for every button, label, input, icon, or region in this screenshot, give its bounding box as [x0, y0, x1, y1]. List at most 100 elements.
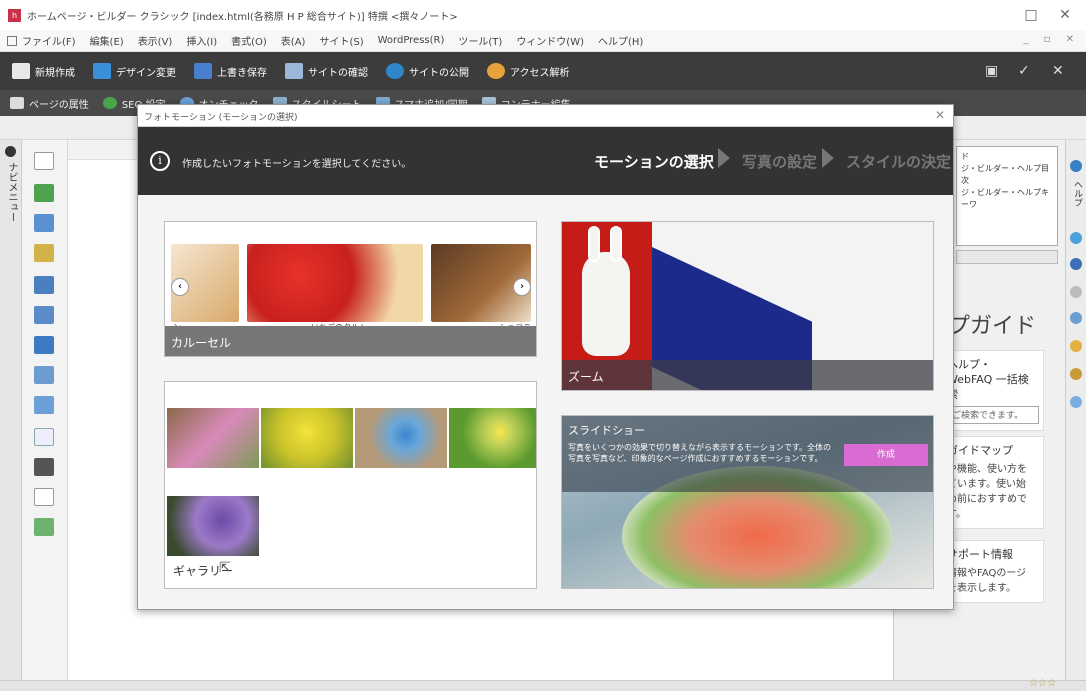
analytics-button[interactable]: アクセス解析	[487, 63, 570, 79]
design-icon	[93, 63, 111, 79]
rabbit-ear	[588, 226, 600, 262]
info-icon: i	[150, 151, 170, 171]
pansy-image	[167, 496, 259, 556]
publish-button[interactable]: サイトの公開	[386, 63, 469, 79]
frame-icon[interactable]	[34, 306, 54, 324]
save-button[interactable]: 上書き保存	[194, 63, 267, 79]
blue-flower-image	[355, 408, 447, 468]
help-list[interactable]: ド ジ・ビルダー・ヘルプ目次 ジ・ビルダー・ヘルプキーワ	[956, 146, 1058, 246]
help-list-item[interactable]: ド	[961, 151, 1053, 163]
panel-scrollbar[interactable]	[956, 250, 1058, 264]
image-icon[interactable]	[34, 214, 54, 232]
folder-icon[interactable]	[1070, 340, 1082, 352]
text-icon[interactable]	[34, 152, 54, 170]
new-page-icon	[12, 63, 30, 79]
create-button[interactable]: 作成	[844, 444, 928, 466]
form-icon[interactable]	[34, 366, 54, 384]
table-icon[interactable]	[34, 396, 54, 414]
carousel-prev-icon[interactable]: ‹	[171, 278, 189, 296]
save-icon	[194, 63, 212, 79]
step-select-motion: モーションの選択	[594, 153, 714, 171]
menu-insert[interactable]: 挿入(I)	[186, 33, 217, 48]
main-toolbar: 新規作成 デザイン変更 上書き保存 サイトの確認 サイトの公開 アクセス解析 ▣…	[0, 52, 1086, 90]
seo-icon	[102, 97, 117, 109]
list-icon[interactable]	[34, 428, 54, 446]
slideshow-description: 写真をいくつかの効果で切り替えながら表示するモーションです。全体の写真を写真など…	[568, 443, 832, 463]
menu-file[interactable]: ファイル(F)	[22, 33, 76, 48]
status-bar: ☆☆☆	[0, 678, 1086, 691]
step-arrow-icon	[718, 148, 730, 168]
new-button[interactable]: 新規作成	[12, 63, 75, 79]
link-icon[interactable]	[1070, 312, 1082, 324]
close-window-button[interactable]: ✕	[1050, 4, 1080, 26]
menu-wordpress[interactable]: WordPress(R)	[378, 35, 445, 46]
step-style: スタイルの決定	[846, 153, 952, 171]
document-icon	[7, 36, 17, 46]
dialog-title: フォトモーション (モーションの選択)	[144, 113, 298, 123]
zoom-option[interactable]: ズーム	[561, 221, 934, 391]
dialog-title-bar: フォトモーション (モーションの選択) ✕	[138, 105, 953, 127]
globe-icon	[386, 63, 404, 79]
help-list-item[interactable]: ジ・ビルダー・ヘルプキーワ	[961, 187, 1053, 211]
menu-format[interactable]: 書式(O)	[231, 33, 267, 48]
app-icon: h	[8, 8, 21, 22]
rabbit-ear	[610, 226, 622, 262]
wp-icon[interactable]	[1070, 258, 1082, 270]
help-icon[interactable]: ▣	[985, 63, 998, 79]
rabbit-figure	[582, 226, 630, 356]
slideshow-option[interactable]: スライドショー 写真をいくつかの効果で切り替えながら表示するモーションです。全体…	[561, 415, 934, 589]
menu-view[interactable]: 表示(V)	[138, 33, 173, 48]
pen-icon[interactable]	[34, 244, 54, 262]
carousel-next-icon[interactable]: ›	[513, 278, 531, 296]
menu-window[interactable]: ウィンドウ(W)	[516, 33, 584, 48]
dialog-header: i 作成したいフォトモーションを選択してください。 モーションの選択 写真の設定…	[138, 127, 953, 195]
photo-icon[interactable]	[34, 276, 54, 294]
gallery-option[interactable]: ギャラリー ⇱	[164, 381, 537, 589]
page-properties-button[interactable]: ページの属性	[10, 96, 89, 111]
carousel-caption: カルーセル	[165, 326, 536, 356]
slideshow-overlay: スライドショー 写真をいくつかの効果で切り替えながら表示するモーションです。全体…	[562, 416, 933, 492]
phone-icon[interactable]	[34, 458, 54, 476]
close-toolbar-icon[interactable]: ✕	[1052, 63, 1064, 79]
navi-menu-rail: ナビメニュー	[0, 140, 22, 680]
site-check-button[interactable]: サイトの確認	[285, 63, 368, 79]
navi-menu-label[interactable]: ナビメニュー	[4, 162, 19, 222]
zoom-caption: ズーム	[562, 360, 933, 390]
menu-help[interactable]: ヘルプ(H)	[598, 33, 643, 48]
menu-edit[interactable]: 編集(E)	[90, 33, 124, 48]
menu-site[interactable]: サイト(S)	[319, 33, 363, 48]
insert-icon-column	[22, 140, 68, 680]
step-photo-settings: 写真の設定	[742, 153, 818, 171]
help-search-input[interactable]: ご検索できます。	[947, 406, 1039, 424]
help-tab-label[interactable]: ヘルプ	[1071, 180, 1084, 207]
site-check-icon	[285, 63, 303, 79]
slideshow-title: スライドショー	[568, 424, 645, 437]
analytics-icon	[487, 63, 505, 79]
help-circle-icon[interactable]	[1070, 160, 1082, 172]
mdi-window-controls[interactable]: _ ▫ ✕	[1023, 34, 1080, 45]
help-list-item[interactable]: ジ・ビルダー・ヘルプ目次	[961, 163, 1053, 187]
pin-icon[interactable]: ✓	[1018, 63, 1030, 79]
instruction-text: 作成したいフォトモーションを選択してください。	[182, 159, 412, 170]
settings-icon[interactable]	[1070, 396, 1082, 408]
menu-table[interactable]: 表(A)	[281, 33, 306, 48]
gift-icon[interactable]	[1070, 368, 1082, 380]
tool-icon[interactable]	[1070, 286, 1082, 298]
folder-icon[interactable]	[34, 336, 54, 354]
cherry-blossom-image	[167, 408, 259, 468]
rating-stars: ☆☆☆	[1029, 678, 1056, 689]
page-icon[interactable]	[34, 488, 54, 506]
info-icon[interactable]	[1070, 232, 1082, 244]
pin-dot-icon[interactable]	[5, 146, 16, 157]
people-icon[interactable]	[34, 184, 54, 202]
yellow-flower-image	[449, 408, 536, 468]
carousel-option[interactable]: ン いちごのタルト ショコラ ‹ › カルーセル	[164, 221, 537, 357]
screen-icon[interactable]	[34, 518, 54, 536]
page-properties-icon	[10, 97, 24, 109]
maximize-button[interactable]: □	[1016, 4, 1046, 26]
window-title: ホームページ・ビルダー クラシック [index.html(各務原 H P 総合…	[27, 11, 458, 23]
menu-tools[interactable]: ツール(T)	[458, 33, 502, 48]
dialog-close-icon[interactable]: ✕	[935, 108, 945, 122]
photo-motion-dialog: フォトモーション (モーションの選択) ✕ i 作成したいフォトモーションを選択…	[137, 104, 954, 610]
design-change-button[interactable]: デザイン変更	[93, 63, 176, 79]
